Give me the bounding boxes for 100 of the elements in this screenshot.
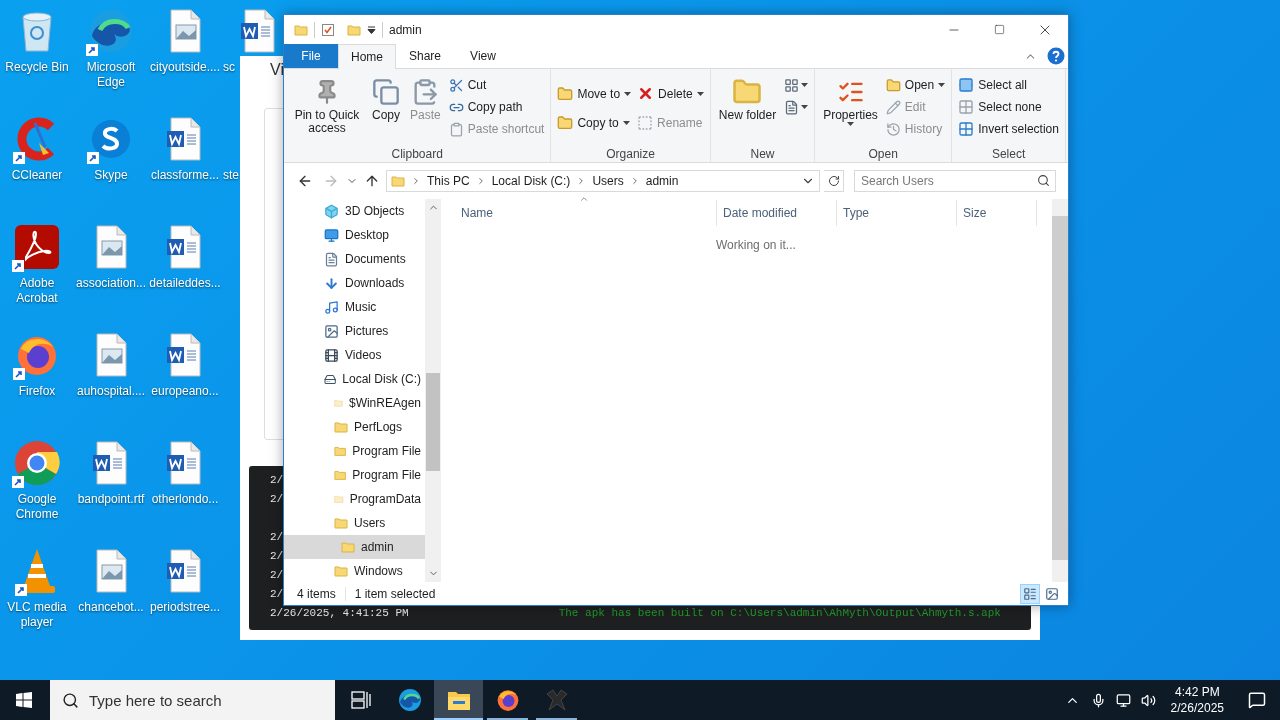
details-view-button[interactable] [1020, 583, 1040, 604]
desktop-icon-label: classforme... [150, 168, 220, 183]
ribbon-button[interactable]: Pin to Quick access [288, 72, 366, 146]
nav-item[interactable]: 3D Objects [284, 199, 425, 223]
ribbon-button[interactable]: Move to [555, 79, 634, 108]
desktop-icon-label: ste [222, 168, 239, 183]
search-icon [1037, 174, 1050, 187]
ribbon-tab[interactable]: Share [396, 44, 454, 68]
star-shape-icon [544, 688, 569, 712]
nav-item[interactable]: Documents [284, 247, 425, 271]
pdf-icon[interactable] [14, 225, 60, 269]
breadcrumb[interactable]: Users [592, 172, 624, 190]
nav-item[interactable]: Pictures [284, 319, 425, 343]
back-icon[interactable] [297, 173, 313, 189]
nav-item[interactable]: ProgramData [284, 487, 425, 511]
maximize-icon[interactable] [994, 24, 1005, 35]
refresh-icon[interactable] [827, 175, 840, 187]
breadcrumb[interactable]: Local Disk (C:) [491, 172, 571, 190]
ribbon-tab[interactable]: View [454, 44, 512, 68]
volume-icon[interactable] [1140, 692, 1156, 708]
nav-item[interactable]: Downloads [284, 271, 425, 295]
word-document-icon[interactable] [167, 117, 203, 161]
image-file-icon[interactable] [93, 333, 129, 377]
invert-selection-icon [958, 121, 975, 137]
terminal-timestamp: 2/ [270, 587, 284, 603]
image-file-icon[interactable] [167, 9, 203, 53]
folder-icon [391, 174, 405, 188]
ribbon-tab[interactable]: Home [338, 44, 396, 69]
column-header[interactable]: Type [837, 200, 957, 226]
word-document-icon[interactable] [167, 441, 203, 485]
sort-ascending-icon [578, 194, 589, 204]
ribbon-button[interactable]: Open [883, 74, 948, 96]
clock[interactable]: 4:42 PM 2/26/2025 [1160, 684, 1234, 716]
properties-icon[interactable] [321, 23, 335, 37]
music-icon [324, 299, 339, 315]
column-header[interactable]: Size [957, 200, 1037, 226]
scissors-icon [448, 77, 464, 93]
ribbon-button[interactable]: Properties [819, 72, 882, 146]
nav-scrollbar[interactable] [425, 199, 441, 582]
content-scrollbar[interactable] [1052, 199, 1068, 582]
copy-icon [372, 78, 400, 106]
nav-item[interactable]: Program File [284, 463, 425, 487]
column-header[interactable]: Name [441, 200, 717, 226]
firefox-icon [495, 688, 520, 712]
film-icon [324, 347, 339, 363]
nav-item[interactable]: $WinREAgen [284, 391, 425, 415]
caret-icon [624, 91, 632, 96]
nav-item[interactable]: Windows [284, 559, 425, 582]
ribbon-button[interactable]: Cut [446, 74, 547, 96]
shortcut-arrow-icon [86, 44, 98, 56]
nav-item[interactable]: Users [284, 511, 425, 535]
nav-item[interactable]: Music [284, 295, 425, 319]
breadcrumb-separator-icon [411, 176, 421, 186]
network-icon[interactable] [1115, 692, 1131, 708]
column-header[interactable]: Date modified [717, 200, 837, 226]
document-icon [324, 251, 339, 267]
ribbon-tab[interactable]: File [284, 44, 338, 68]
scroll-thumb[interactable] [426, 373, 440, 471]
caret-icon [938, 83, 946, 87]
item-count: 4 items [297, 585, 336, 603]
nav-item[interactable]: Videos [284, 343, 425, 367]
notifications-icon[interactable] [1248, 691, 1266, 709]
address-bar[interactable]: This PC Local Disk (C:) Users admin [386, 170, 820, 192]
ribbon-button[interactable]: Copy to [555, 108, 634, 137]
breadcrumb[interactable]: admin [645, 172, 679, 190]
nav-item[interactable]: PerfLogs [284, 415, 425, 439]
ribbon-button[interactable]: Copy [368, 72, 404, 146]
ribbon-button[interactable]: Invert selection [956, 118, 1061, 140]
image-file-icon[interactable] [93, 225, 129, 269]
caret-icon [801, 105, 809, 109]
taskbar-app-button[interactable] [434, 680, 483, 720]
folder-arrow-icon [557, 85, 574, 102]
taskbar-search-field[interactable]: Type here to search [50, 680, 335, 720]
nav-item[interactable]: Local Disk (C:) [284, 367, 425, 391]
letter-s-icon[interactable] [89, 117, 133, 161]
breadcrumb[interactable]: This PC [427, 172, 470, 190]
up-icon[interactable] [364, 173, 380, 189]
word-document-icon[interactable] [167, 333, 203, 377]
word-document-icon[interactable] [167, 225, 203, 269]
ribbon-button[interactable]: Select none [956, 96, 1061, 118]
ribbon-button[interactable]: Select all [956, 74, 1061, 96]
help-icon[interactable] [1047, 47, 1065, 65]
nav-item[interactable]: admin [284, 535, 425, 559]
word-document-icon[interactable] [93, 441, 129, 485]
ribbon-group-label: Open [867, 146, 899, 162]
microphone-icon[interactable] [1090, 692, 1106, 708]
ribbon-button[interactable]: Delete [635, 79, 706, 108]
ribbon-button[interactable]: New folder [714, 72, 781, 146]
word-document-icon[interactable] [241, 9, 277, 53]
customize-dropdown-icon[interactable] [367, 26, 376, 34]
image-file-icon[interactable] [93, 549, 129, 593]
caret-icon [847, 122, 854, 126]
browser-icon[interactable] [14, 440, 60, 486]
browser-icon[interactable] [88, 8, 134, 54]
nav-item[interactable]: Program File [284, 439, 425, 463]
search-field[interactable]: Search Users [854, 170, 1056, 192]
word-document-icon[interactable] [167, 549, 203, 593]
nav-item[interactable]: Desktop [284, 223, 425, 247]
ribbon-button[interactable]: Copy path [446, 96, 547, 118]
desktop-icon-label: chancebot... [77, 600, 145, 615]
